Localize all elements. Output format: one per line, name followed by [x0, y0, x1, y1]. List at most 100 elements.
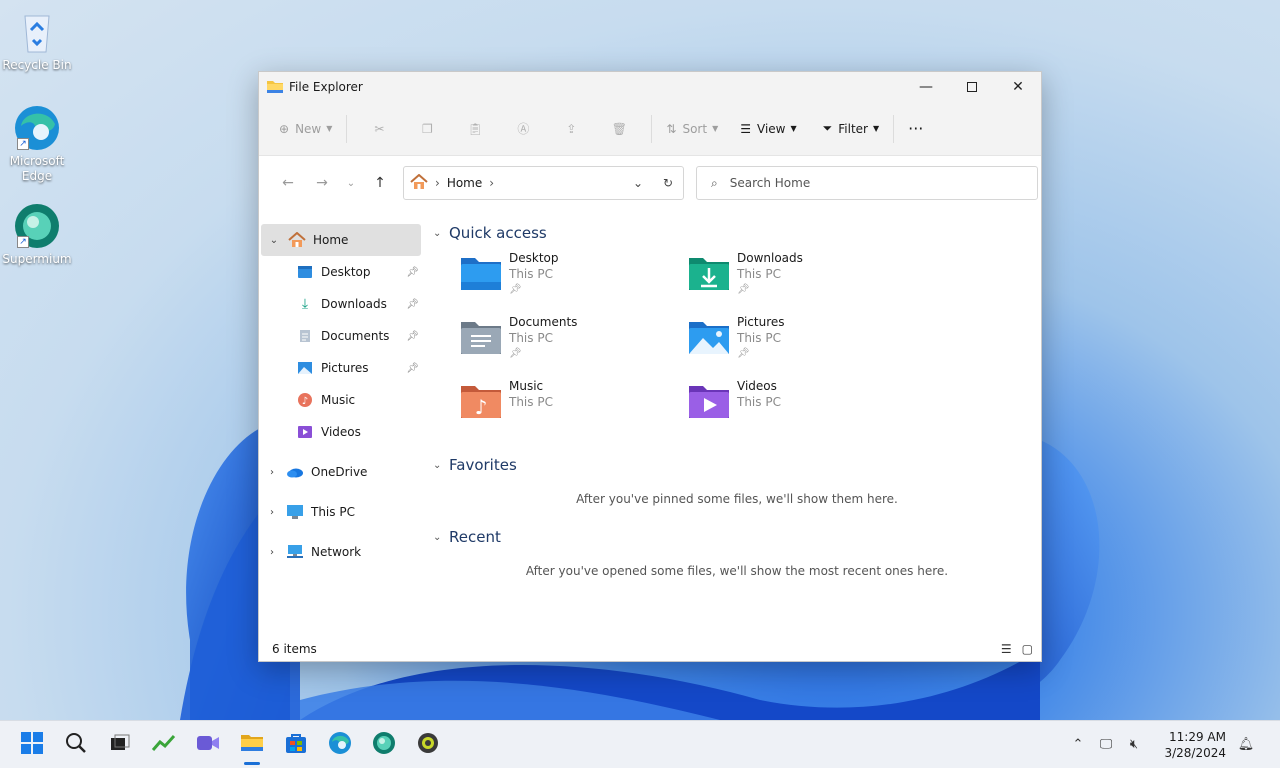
- svg-text:♪: ♪: [302, 396, 308, 407]
- volume-muted-icon[interactable]: 🔇︎: [1120, 737, 1148, 752]
- show-hidden-icons-chevron-icon[interactable]: ⌃: [1064, 737, 1092, 752]
- search-placeholder: Search Home: [729, 176, 811, 190]
- videos-folder-icon: [687, 382, 731, 422]
- pin-icon: 📌︎: [406, 362, 419, 374]
- sidebar-item-this-pc[interactable]: › This PC: [259, 496, 423, 528]
- desktop-icon-supermium[interactable]: ↗ Supermium: [1, 202, 73, 267]
- quick-access-header[interactable]: ⌄ Quick access: [433, 220, 1041, 246]
- chevron-right-icon[interactable]: ›: [259, 467, 285, 478]
- home-icon: [287, 232, 307, 248]
- copy-icon: ❐: [422, 121, 433, 136]
- sidebar-item-videos[interactable]: Videos: [259, 416, 423, 448]
- quick-access-downloads[interactable]: Downloads This PC 📌︎: [687, 250, 915, 314]
- sort-label: Sort: [682, 121, 708, 136]
- recent-header[interactable]: ⌄ Recent: [433, 524, 1041, 550]
- chart-arrow-icon: [151, 734, 176, 755]
- network-monitor-icon[interactable]: 🖵︎: [1092, 737, 1120, 752]
- new-button[interactable]: ⊕ New ▼: [273, 113, 338, 145]
- favorites-header[interactable]: ⌄ Favorites: [433, 452, 1041, 478]
- notification-bell-icon[interactable]: 🔔︎: [1232, 737, 1260, 752]
- sidebar-item-label: Music: [321, 393, 356, 407]
- taskbar-app-file-explorer[interactable]: [230, 723, 274, 767]
- search-button[interactable]: [54, 723, 98, 767]
- quick-access-videos[interactable]: Videos This PC: [687, 378, 915, 442]
- copy-button[interactable]: ❐: [403, 122, 451, 136]
- sidebar-item-documents[interactable]: Documents 📌︎: [259, 320, 423, 352]
- address-row: ← → ⌄ ↑ › Home › ⌄ ↻ ⌕ Search Home: [259, 156, 1041, 210]
- section-title: Recent: [449, 528, 501, 546]
- sidebar-item-onedrive[interactable]: › OneDrive: [259, 456, 423, 488]
- chevron-right-icon[interactable]: ›: [259, 507, 285, 518]
- sidebar-item-network[interactable]: › Network: [259, 536, 423, 568]
- view-label: View: [757, 121, 786, 136]
- taskbar-app-settings[interactable]: [406, 723, 450, 767]
- picture-icon: [295, 360, 315, 376]
- filter-button[interactable]: ⏷ Filter ▼: [817, 113, 885, 145]
- taskbar-app-teams[interactable]: [186, 723, 230, 767]
- pictures-folder-icon: [687, 318, 731, 358]
- search-icon: [65, 732, 87, 757]
- taskbar-app-edge[interactable]: [318, 723, 362, 767]
- clock[interactable]: 11:29 AM 3/28/2024: [1152, 729, 1226, 761]
- sidebar-item-label: Desktop: [321, 265, 371, 279]
- sidebar-item-label: Home: [313, 233, 349, 247]
- taskbar-app-store[interactable]: [274, 723, 318, 767]
- taskbar-app-nvidia[interactable]: [142, 723, 186, 767]
- view-list-icon: ☰: [740, 121, 751, 136]
- home-icon: [410, 173, 428, 193]
- quick-access-documents[interactable]: Documents This PC 📌︎: [459, 314, 687, 378]
- breadcrumb-home[interactable]: Home: [447, 176, 482, 190]
- tile-name: Documents: [509, 315, 578, 329]
- cut-button[interactable]: ✂: [355, 122, 403, 136]
- clock-time: 11:29 AM: [1169, 729, 1226, 744]
- close-button[interactable]: ✕: [995, 72, 1041, 102]
- maximize-icon: [967, 82, 977, 92]
- back-button[interactable]: ←: [271, 168, 305, 198]
- rename-icon: Ⓐ: [517, 122, 530, 136]
- view-button[interactable]: ☰ View ▼: [734, 113, 802, 145]
- sort-button[interactable]: ⇅ Sort ▼: [660, 113, 724, 145]
- taskbar-app-supermium[interactable]: [362, 723, 406, 767]
- quick-access-music[interactable]: ♪ Music This PC: [459, 378, 687, 442]
- command-bar: ⊕ New ▼ ✂ ❐ 📋︎ Ⓐ ⇪ 🗑︎ ⇅ Sort ▼ ☰ View ▼ …: [259, 102, 1041, 156]
- desktop-icon-recycle-bin[interactable]: Recycle Bin: [1, 8, 73, 73]
- quick-access-desktop[interactable]: Desktop This PC 📌︎: [459, 250, 687, 314]
- sort-icon: ⇅: [666, 121, 677, 136]
- sidebar-item-desktop[interactable]: Desktop 📌︎: [259, 256, 423, 288]
- delete-button[interactable]: 🗑︎: [595, 122, 643, 136]
- recent-locations-button[interactable]: ⌄: [339, 168, 363, 198]
- start-button[interactable]: [10, 723, 54, 767]
- filter-label: Filter: [838, 121, 868, 136]
- up-button[interactable]: ↑: [363, 168, 397, 198]
- address-bar[interactable]: › Home › ⌄ ↻: [403, 166, 684, 200]
- rename-button[interactable]: Ⓐ: [499, 120, 547, 137]
- address-dropdown-icon[interactable]: ⌄: [623, 176, 653, 190]
- breadcrumb-chevron-icon[interactable]: ›: [489, 176, 494, 190]
- windows-logo-icon: [21, 732, 43, 757]
- chevron-down-icon: ▼: [326, 124, 333, 133]
- forward-button[interactable]: →: [305, 168, 339, 198]
- share-button[interactable]: ⇪: [547, 122, 595, 136]
- tiles-view-icon[interactable]: ▢: [1022, 642, 1033, 656]
- desktop-icon-microsoft-edge[interactable]: ↗ Microsoft Edge: [1, 104, 73, 184]
- sidebar-item-downloads[interactable]: ⤓ Downloads 📌︎: [259, 288, 423, 320]
- more-options-button[interactable]: ···: [902, 113, 929, 145]
- arrow-right-icon: →: [316, 175, 328, 191]
- sidebar-item-music[interactable]: ♪ Music: [259, 384, 423, 416]
- task-view-button[interactable]: [98, 723, 142, 767]
- document-icon: [295, 328, 315, 344]
- sidebar-item-home[interactable]: ⌄ Home: [261, 224, 421, 256]
- favorites-empty-message: After you've pinned some files, we'll sh…: [576, 492, 898, 506]
- chevron-right-icon[interactable]: ›: [259, 547, 285, 558]
- paste-button[interactable]: 📋︎: [451, 122, 499, 136]
- maximize-button[interactable]: [949, 72, 995, 102]
- chevron-down-icon: ⌄: [433, 227, 442, 239]
- title-bar[interactable]: File Explorer — ✕: [259, 72, 1041, 102]
- refresh-icon[interactable]: ↻: [653, 176, 683, 190]
- sidebar-item-pictures[interactable]: Pictures 📌︎: [259, 352, 423, 384]
- search-input[interactable]: ⌕ Search Home: [696, 166, 1038, 200]
- details-view-icon[interactable]: ☰: [1001, 642, 1012, 656]
- quick-access-pictures[interactable]: Pictures This PC 📌︎: [687, 314, 915, 378]
- minimize-button[interactable]: —: [903, 72, 949, 102]
- chevron-down-icon[interactable]: ⌄: [261, 235, 287, 246]
